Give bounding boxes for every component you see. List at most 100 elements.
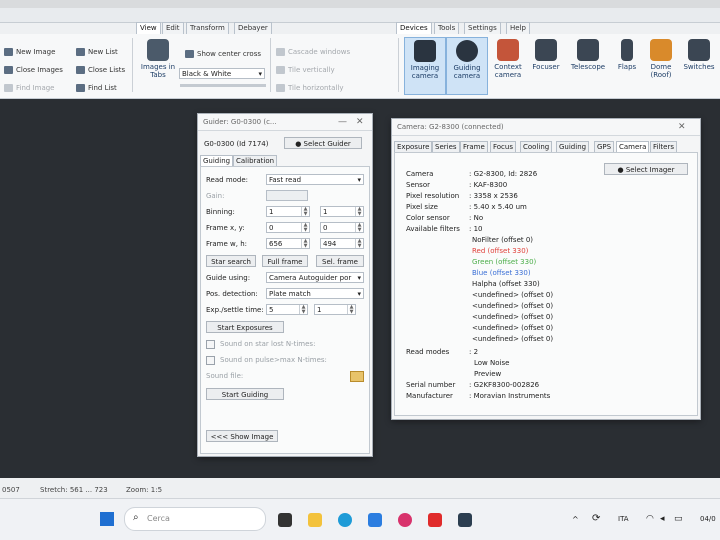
tab-guiding[interactable]: Guiding	[200, 155, 234, 166]
tab-devices[interactable]: Devices	[396, 22, 432, 34]
sound-pulse-checkbox[interactable]	[206, 356, 215, 365]
stretch-slider[interactable]	[180, 84, 266, 87]
tab-tools[interactable]: Tools	[434, 22, 460, 34]
search-box[interactable]: ⌕ Cerca	[124, 507, 266, 531]
spinner-icon[interactable]: ▲ ▼	[355, 207, 363, 217]
edge-icon[interactable]	[338, 513, 352, 527]
spinner-icon[interactable]: ▲ ▼	[355, 239, 363, 249]
switches-button[interactable]: Switches	[680, 37, 718, 93]
wifi-icon[interactable]: ◠	[646, 514, 654, 524]
tab-guiding[interactable]: Guiding	[556, 141, 590, 152]
filter-item: <undefined> (offset 0)	[472, 335, 554, 343]
task-view-icon[interactable]	[278, 513, 292, 527]
serial-number-value: : G2KF8300-002826	[469, 381, 540, 389]
guiding-camera-button[interactable]: Guiding camera	[446, 37, 488, 95]
frame-h-field[interactable]: 494 ▲ ▼	[320, 238, 364, 249]
frame-y-field[interactable]: 0 ▲ ▼	[320, 222, 364, 233]
tab-exposure[interactable]: Exposure	[394, 141, 433, 152]
start-guiding-button[interactable]: Start Guiding	[206, 388, 284, 400]
tile-horizontally-button[interactable]: Tile horizontally	[276, 84, 343, 92]
windows-start-icon[interactable]	[100, 512, 114, 526]
volume-icon[interactable]: ◂	[660, 514, 665, 524]
new-list-icon	[76, 48, 85, 56]
full-frame-button[interactable]: Full frame	[262, 255, 308, 267]
new-image-button[interactable]: New Image	[4, 48, 55, 56]
frame-x-field[interactable]: 0 ▲ ▼	[266, 222, 310, 233]
find-image-button[interactable]: Find Image	[4, 84, 55, 92]
tab-transform[interactable]: Transform	[186, 22, 229, 34]
read-mode-select[interactable]: Fast read ▾	[266, 174, 364, 185]
sips-app-icon[interactable]	[458, 513, 472, 527]
minimize-icon[interactable]: —	[338, 117, 347, 127]
tab-debayer[interactable]: Debayer	[234, 22, 272, 34]
imaging-camera-button[interactable]: Imaging camera	[404, 37, 446, 95]
close-lists-button[interactable]: Close Lists	[76, 66, 125, 74]
sync-icon[interactable]: ⟳	[592, 513, 600, 524]
tile-vertically-button[interactable]: Tile vertically	[276, 66, 335, 74]
star-search-button[interactable]: Star search	[206, 255, 256, 267]
pos-detection-select[interactable]: Plate match ▾	[266, 288, 364, 299]
telescope-icon	[577, 39, 599, 61]
cascade-windows-button[interactable]: Cascade windows	[276, 48, 350, 56]
tab-help[interactable]: Help	[506, 22, 530, 34]
binning-x-field[interactable]: 1 ▲ ▼	[266, 206, 310, 217]
dome-button[interactable]: Dome (Roof)	[644, 37, 678, 93]
spinner-icon[interactable]: ▲ ▼	[301, 239, 309, 249]
close-icon[interactable]: ✕	[356, 117, 364, 127]
spinner-icon[interactable]: ▲ ▼	[355, 223, 363, 233]
filter-item: Red (offset 330)	[472, 247, 529, 255]
frame-w-field[interactable]: 656 ▲ ▼	[266, 238, 310, 249]
clock[interactable]: 04/0	[700, 515, 716, 523]
context-camera-button[interactable]: Context camera	[488, 37, 528, 93]
binning-y-field[interactable]: 1 ▲ ▼	[320, 206, 364, 217]
tab-calibration[interactable]: Calibration	[233, 155, 278, 166]
spinner-icon[interactable]: ▲ ▼	[299, 305, 307, 315]
tab-series[interactable]: Series	[432, 141, 460, 152]
exposure-time-field[interactable]: 5 ▲ ▼	[266, 304, 308, 315]
select-imager-button[interactable]: ● Select Imager	[604, 163, 688, 175]
spinner-icon[interactable]: ▲ ▼	[301, 207, 309, 217]
sound-star-lost-checkbox[interactable]	[206, 340, 215, 349]
show-center-cross-button[interactable]: Show center cross	[185, 50, 261, 58]
tab-view[interactable]: View	[136, 22, 161, 34]
find-list-button[interactable]: Find List	[76, 84, 117, 92]
start-exposures-button[interactable]: Start Exposures	[206, 321, 284, 333]
tab-focus[interactable]: Focus	[490, 141, 516, 152]
new-list-button[interactable]: New List	[76, 48, 118, 56]
info-key-color-sensor: Color sensor	[406, 214, 450, 222]
store-icon[interactable]	[368, 513, 382, 527]
chevron-up-icon[interactable]: ^	[572, 515, 579, 524]
language-indicator[interactable]: ITA	[618, 515, 629, 523]
focuser-button[interactable]: Focuser	[526, 37, 566, 93]
flaps-button[interactable]: Flaps	[610, 37, 644, 93]
spinner-icon[interactable]: ▲ ▼	[347, 305, 355, 315]
images-in-tabs-button[interactable]: Images in Tabs	[140, 37, 176, 93]
filter-item: <undefined> (offset 0)	[472, 291, 554, 299]
show-image-button[interactable]: <<< Show Image	[206, 430, 278, 442]
folder-icon[interactable]	[350, 371, 364, 382]
close-icon[interactable]: ✕	[678, 122, 686, 132]
app-icon[interactable]	[398, 513, 412, 527]
file-explorer-icon[interactable]	[308, 513, 322, 527]
stretch-mode-select[interactable]: Black & White ▾	[179, 68, 265, 79]
tab-gps[interactable]: GPS	[594, 141, 615, 152]
tab-frame[interactable]: Frame	[460, 141, 488, 152]
gain-field[interactable]	[266, 190, 308, 201]
tab-cooling[interactable]: Cooling	[520, 141, 553, 152]
sel-frame-button[interactable]: Sel. frame	[316, 255, 364, 267]
tab-settings[interactable]: Settings	[464, 22, 501, 34]
tab-camera[interactable]: Camera	[616, 141, 650, 152]
status-stretch: Stretch: 561 ... 723	[40, 486, 108, 494]
close-images-button[interactable]: Close Images	[4, 66, 63, 74]
guide-using-select[interactable]: Camera Autoguider por ▾	[266, 272, 364, 283]
telescope-button[interactable]: Telescope	[568, 37, 608, 93]
youtube-icon[interactable]	[428, 513, 442, 527]
tab-filters[interactable]: Filters	[650, 141, 677, 152]
select-guider-button[interactable]: ● Select Guider	[284, 137, 362, 149]
settle-time-field[interactable]: 1 ▲ ▼	[314, 304, 356, 315]
exposure-time-value: 5	[269, 306, 274, 314]
spinner-icon[interactable]: ▲ ▼	[301, 223, 309, 233]
ribbon: New Image Close Images Find Image New Li…	[0, 34, 720, 99]
tab-edit[interactable]: Edit	[162, 22, 184, 34]
battery-icon[interactable]: ▭	[674, 514, 683, 524]
